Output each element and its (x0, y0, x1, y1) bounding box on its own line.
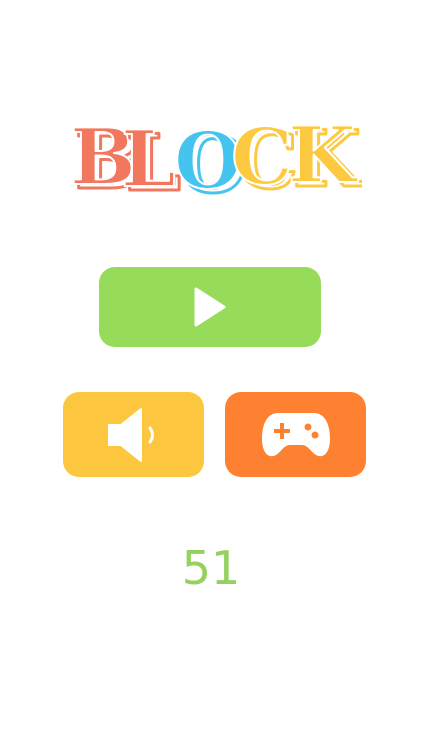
main-menu-screen: B B L L O O C C K K 51 (0, 0, 422, 750)
svg-text:C: C (231, 112, 293, 203)
more-games-button[interactable] (225, 392, 366, 477)
game-logo: B B L L O O C C K K (62, 108, 362, 208)
sound-toggle-button[interactable] (63, 392, 204, 477)
logo-letter-l: L L (120, 113, 182, 208)
logo-letter-k: K K (287, 109, 362, 207)
svg-text:K: K (288, 110, 359, 201)
play-button[interactable] (99, 267, 321, 347)
speaker-icon (104, 405, 164, 465)
play-icon (193, 287, 227, 327)
gamepad-icon (260, 409, 332, 461)
best-score: 51 (181, 541, 241, 595)
svg-text:L: L (121, 114, 176, 205)
